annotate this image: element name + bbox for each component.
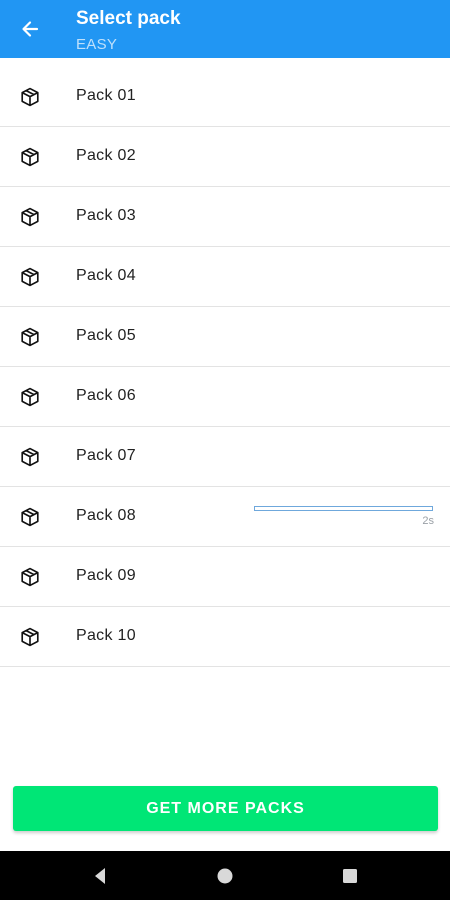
pack-progress-bar	[254, 506, 433, 511]
page-subtitle: EASY	[76, 36, 118, 53]
cube-icon	[19, 206, 41, 228]
pack-row[interactable]: Pack 04	[0, 247, 450, 307]
pack-label: Pack 07	[76, 447, 136, 464]
pack-label: Pack 08	[76, 507, 136, 524]
page-title: Select pack	[76, 8, 181, 29]
cube-icon	[19, 446, 41, 468]
pack-list: Pack 01 Pack 02 Pack 03 Pack 04 Pack 05 Pack …	[0, 67, 450, 667]
pack-label: Pack 04	[76, 267, 136, 284]
cube-icon	[19, 266, 41, 288]
pack-time: 2s	[422, 515, 434, 527]
pack-label: Pack 06	[76, 387, 136, 404]
pack-row[interactable]: Pack 06	[0, 367, 450, 427]
cube-icon	[19, 326, 41, 348]
pack-label: Pack 05	[76, 327, 136, 344]
pack-row[interactable]: Pack 03	[0, 187, 450, 247]
pack-row[interactable]: Pack 10	[0, 607, 450, 667]
back-button[interactable]	[14, 13, 46, 45]
pack-row[interactable]: Pack 07	[0, 427, 450, 487]
pack-label: Pack 01	[76, 87, 136, 104]
nav-home-icon[interactable]	[213, 864, 237, 888]
app-bar: Select pack EASY	[0, 0, 450, 58]
cube-icon	[19, 506, 41, 528]
cube-icon	[19, 146, 41, 168]
pack-label: Pack 03	[76, 207, 136, 224]
pack-row[interactable]: Pack 05	[0, 307, 450, 367]
pack-row[interactable]: Pack 02	[0, 127, 450, 187]
nav-recent-apps-icon[interactable]	[338, 864, 362, 888]
pack-label: Pack 10	[76, 627, 136, 644]
pack-row[interactable]: Pack 09	[0, 547, 450, 607]
cube-icon	[19, 386, 41, 408]
pack-row[interactable]: Pack 01	[0, 67, 450, 127]
cube-icon	[19, 626, 41, 648]
pack-label: Pack 09	[76, 567, 136, 584]
get-more-packs-button[interactable]: GET MORE PACKS	[13, 786, 438, 831]
nav-back-icon[interactable]	[88, 864, 112, 888]
pack-row[interactable]: Pack 08 2s	[0, 487, 450, 547]
cube-icon	[19, 566, 41, 588]
pack-label: Pack 02	[76, 147, 136, 164]
cube-icon	[19, 86, 41, 108]
arrow-left-icon	[22, 21, 39, 37]
system-nav-bar	[0, 851, 450, 900]
